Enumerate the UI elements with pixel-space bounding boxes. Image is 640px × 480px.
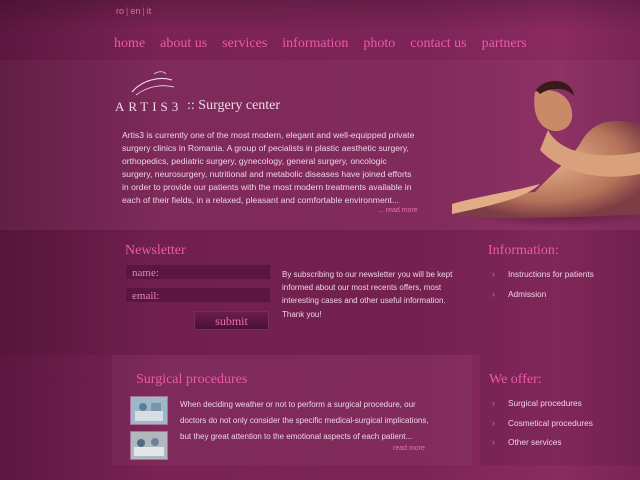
intro-read-more-link[interactable]: ... read more (378, 207, 418, 214)
offer-title: We offer: (489, 372, 542, 387)
lang-ro[interactable]: ro (116, 6, 124, 16)
brand-name: ARTIS3 (115, 99, 183, 114)
information-item-label: Instructions for patients (508, 269, 594, 279)
clinic-photo-thumbnail[interactable] (130, 396, 168, 425)
logo-swirl-icon (131, 71, 175, 96)
intro-line: surgery, neurosurgery, nutritional and m… (122, 169, 412, 180)
surgical-text-line: but they great attention to the emotiona… (180, 431, 413, 441)
surgery-photo-thumbnail[interactable] (130, 431, 168, 460)
chevron-right-icon: › (492, 417, 495, 428)
newsletter-text-line: By subscribing to our newsletter you wil… (282, 270, 453, 279)
offer-item[interactable]: › Surgical procedures (492, 398, 593, 408)
newsletter-email-field[interactable]: email: (125, 287, 271, 303)
nav-partners[interactable]: partners (482, 36, 527, 52)
nav-photo[interactable]: photo (363, 36, 395, 52)
offer-item-label: Other services (508, 437, 562, 448)
surgical-title: Surgical procedures (136, 372, 248, 387)
offer-item-label: Surgical procedures (508, 398, 582, 408)
surgical-description: When deciding weather or not to perform … (180, 397, 460, 444)
lang-it[interactable]: it (147, 6, 152, 16)
hero-model-image (450, 80, 640, 228)
newsletter-text-line: Thank you! (282, 309, 322, 319)
newsletter-submit-button[interactable]: submit (194, 311, 269, 330)
chevron-right-icon: › (492, 398, 495, 408)
main-nav: home about us services information photo… (114, 36, 542, 52)
information-item-label: Admission (508, 288, 547, 299)
surgical-text-line: doctors do not only consider the specifi… (180, 415, 429, 425)
chevron-right-icon: › (492, 437, 495, 448)
intro-line: in order to provide our patients with th… (122, 182, 412, 193)
offer-item[interactable]: › Cosmetical procedures (492, 418, 593, 428)
surgical-text-line: When deciding weather or not to perform … (180, 400, 416, 409)
newsletter-text-line: interesting cases and other useful infor… (282, 296, 446, 306)
intro-line: Artis3 is currently one of the most mode… (122, 130, 415, 140)
brand-tagline: :: Surgery center (187, 98, 281, 113)
nav-services[interactable]: services (222, 36, 267, 52)
newsletter-title: Newsletter (125, 243, 186, 258)
information-list: › Instructions for patients › Admission (492, 269, 594, 308)
chevron-right-icon: › (492, 288, 495, 299)
information-item[interactable]: › Instructions for patients (492, 269, 594, 279)
offer-item-label: Cosmetical procedures (508, 417, 593, 428)
nav-contact-us[interactable]: contact us (410, 36, 466, 52)
information-item[interactable]: › Admission (492, 289, 594, 299)
surgical-read-more-link[interactable]: read more (393, 445, 425, 452)
lang-en[interactable]: en (130, 6, 140, 16)
newsletter-name-field[interactable]: name: (125, 264, 271, 280)
intro-line: orthopedics, pediatric surgery, gynecolo… (122, 156, 387, 167)
language-selector: ro | en | it (116, 6, 152, 16)
nav-information[interactable]: information (282, 36, 348, 52)
newsletter-description: By subscribing to our newsletter you wil… (282, 268, 472, 321)
offer-list: › Surgical procedures › Cosmetical procedu… (492, 398, 593, 457)
newsletter-text-line: informed about our most recents offers, … (282, 283, 442, 293)
intro-text: Artis3 is currently one of the most mode… (122, 129, 422, 208)
intro-line: each of their fields, in a relaxed, plea… (122, 195, 400, 206)
nav-about-us[interactable]: about us (160, 36, 207, 52)
nav-home[interactable]: home (114, 36, 145, 52)
chevron-right-icon: › (492, 269, 495, 279)
information-title: Information: (488, 243, 559, 258)
offer-item[interactable]: › Other services (492, 437, 593, 447)
intro-line: surgery clinics in Romania. A group of p… (122, 143, 409, 154)
